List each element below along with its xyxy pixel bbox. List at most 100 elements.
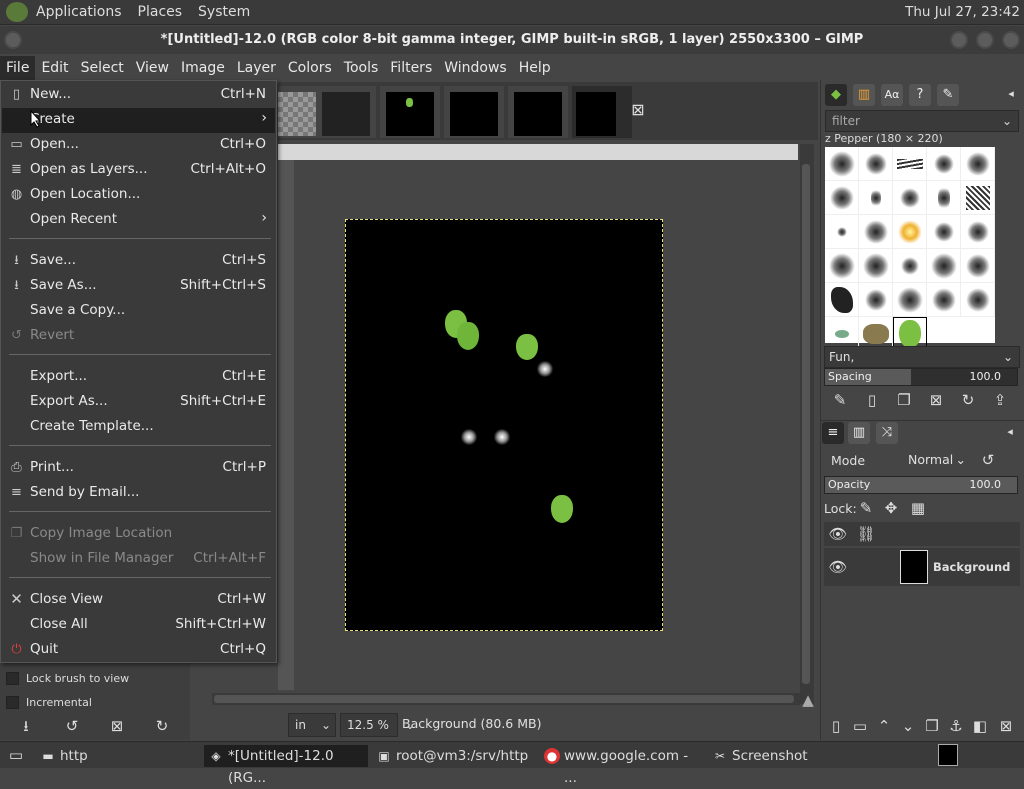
brush-item[interactable]	[859, 181, 893, 215]
brush-item[interactable]	[961, 147, 995, 181]
menu-windows[interactable]: Windows	[438, 56, 513, 80]
zoom-select[interactable]: 12.5 % ⌄	[340, 713, 415, 737]
brush-item[interactable]	[859, 283, 893, 317]
delete-options-icon[interactable]: ⊠	[107, 716, 127, 736]
panel-clock[interactable]: Thu Jul 27, 23:42	[905, 4, 1020, 20]
brush-item[interactable]	[927, 283, 961, 317]
delete-layer-icon[interactable]: ⊠	[996, 716, 1016, 736]
image-canvas[interactable]	[345, 219, 663, 631]
brush-item[interactable]	[859, 215, 893, 249]
lock-pixels-icon[interactable]: ✎	[856, 498, 876, 518]
anchor-layer-icon[interactable]: ⚓	[946, 716, 966, 736]
raise-layer-icon[interactable]: ⌃	[874, 716, 894, 736]
brush-filter-input[interactable]: filter ⌄	[825, 110, 1019, 132]
brush-item[interactable]	[961, 283, 995, 317]
lock-position-icon[interactable]: ✥	[881, 498, 901, 518]
menu-item-revert[interactable]: ↺ Revert	[2, 324, 275, 349]
new-layer-icon[interactable]: ▯	[826, 716, 846, 736]
window-menu-button[interactable]	[4, 31, 22, 49]
brush-item[interactable]	[893, 249, 927, 283]
duplicate-brush-icon[interactable]: ❐	[894, 390, 914, 410]
incremental-checkbox[interactable]	[6, 696, 19, 709]
menu-view[interactable]: View	[130, 56, 175, 80]
panel-menu-places[interactable]: Places	[130, 4, 191, 20]
brush-item[interactable]	[825, 283, 859, 317]
gnome-logo-icon[interactable]	[6, 2, 28, 22]
menu-item-show-in-manager[interactable]: Show in File Manager Ctrl+Alt+F	[2, 547, 275, 572]
lower-layer-icon[interactable]: ⌄	[898, 716, 918, 736]
opacity-slider[interactable]: Opacity 100.0	[824, 476, 1018, 494]
paths-tab-icon[interactable]: ⤨	[876, 422, 898, 444]
dock-menu-icon[interactable]: ◂	[1001, 84, 1021, 104]
task-gimp[interactable]: ◈ *[Untitled]-12.0 (RG...	[204, 745, 368, 786]
window-titlebar[interactable]: *[Untitled]-12.0 (RGB color 8-bit gamma …	[0, 26, 1024, 54]
menu-item-print[interactable]: ⎙ Print... Ctrl+P	[2, 456, 275, 481]
menu-item-save[interactable]: ⭳ Save... Ctrl+S	[2, 249, 275, 274]
task-screenshot[interactable]: ✂ Screenshot	[708, 745, 872, 767]
menu-item-send-email[interactable]: ≡ Send by Email...	[2, 481, 275, 506]
menu-item-close-view[interactable]: ✕ Close View Ctrl+W	[2, 588, 275, 613]
brush-item[interactable]	[961, 249, 995, 283]
vertical-scrollbar[interactable]	[800, 144, 814, 704]
spacing-slider[interactable]: Spacing 100.0	[824, 368, 1018, 386]
menu-help[interactable]: Help	[513, 56, 557, 80]
menu-image[interactable]: Image	[175, 56, 231, 80]
menu-item-create-template[interactable]: Create Template...	[2, 415, 275, 440]
menu-edit[interactable]: Edit	[35, 56, 74, 80]
show-desktop-icon[interactable]: ▭	[6, 745, 26, 765]
open-brush-icon[interactable]: ⇪	[990, 390, 1010, 410]
close-tab-icon[interactable]: ⊠	[628, 100, 648, 120]
unit-select[interactable]: in ⌄	[288, 713, 336, 737]
brush-item[interactable]	[927, 249, 961, 283]
image-tab[interactable]	[444, 86, 504, 138]
new-brush-icon[interactable]: ▯	[862, 390, 882, 410]
task-folder-http[interactable]: ▬ http	[36, 745, 200, 767]
vertical-ruler[interactable]	[278, 160, 294, 690]
task-browser[interactable]: ● www.google.com - ...	[540, 745, 704, 786]
menu-tools[interactable]: Tools	[338, 56, 385, 80]
menu-file[interactable]: File	[0, 56, 36, 80]
menu-item-open[interactable]: ▭ Open... Ctrl+O	[2, 133, 275, 158]
brush-item[interactable]	[927, 215, 961, 249]
incremental-option[interactable]: Incremental	[6, 696, 92, 709]
layers-dock-menu-icon[interactable]: ◂	[1000, 422, 1020, 442]
save-options-icon[interactable]: ⭳	[16, 716, 36, 736]
mode-select[interactable]: Normal ⌄	[904, 449, 970, 471]
menu-item-close-all[interactable]: Close All Shift+Ctrl+W	[2, 613, 275, 638]
brush-item[interactable]	[961, 181, 995, 215]
menu-item-create[interactable]: Create ›	[2, 108, 275, 133]
menu-item-open-location[interactable]: ◍ Open Location...	[2, 183, 275, 208]
paintbrush-tab-icon[interactable]: ✎	[937, 84, 959, 106]
panel-menu-system[interactable]: System	[190, 4, 258, 20]
workspace-switcher[interactable]	[938, 744, 958, 766]
refresh-brushes-icon[interactable]: ↻	[958, 390, 978, 410]
eye-icon[interactable]: 👁	[828, 557, 848, 577]
patterns-tab-icon[interactable]: ▥	[853, 84, 875, 106]
brush-tag-input[interactable]: Fun, ⌄	[824, 346, 1020, 368]
brush-item[interactable]	[893, 215, 927, 249]
close-window-button[interactable]	[1002, 31, 1020, 49]
brush-item[interactable]	[927, 181, 961, 215]
layers-tab-icon[interactable]: ≡	[822, 422, 844, 444]
brush-item[interactable]	[825, 181, 859, 215]
brush-item[interactable]	[859, 249, 893, 283]
menu-layer[interactable]: Layer	[231, 56, 282, 80]
navigate-icon[interactable]: ▲	[798, 690, 818, 710]
reset-options-icon[interactable]: ↻	[152, 716, 172, 736]
menu-item-save-as[interactable]: ⭳ Save As... Shift+Ctrl+S	[2, 274, 275, 299]
mask-layer-icon[interactable]: ◧	[970, 716, 990, 736]
menu-item-open-recent[interactable]: Open Recent ›	[2, 208, 275, 233]
image-tab[interactable]	[380, 86, 440, 138]
brush-item[interactable]	[961, 215, 995, 249]
menu-item-export[interactable]: Export... Ctrl+E	[2, 365, 275, 390]
restore-options-icon[interactable]: ↺	[62, 716, 82, 736]
channels-tab-icon[interactable]: ▥	[848, 422, 870, 444]
image-tab[interactable]	[508, 86, 568, 138]
menu-item-copy-location[interactable]: ❐ Copy Image Location	[2, 522, 275, 547]
brush-item[interactable]	[859, 147, 893, 181]
menu-filters[interactable]: Filters	[384, 56, 438, 80]
lock-brush-option[interactable]: Lock brush to view	[6, 672, 129, 685]
brush-item[interactable]	[825, 249, 859, 283]
layer-row[interactable]: 👁 Background	[824, 548, 1020, 586]
brushes-tab-icon[interactable]: ◆	[825, 84, 847, 106]
